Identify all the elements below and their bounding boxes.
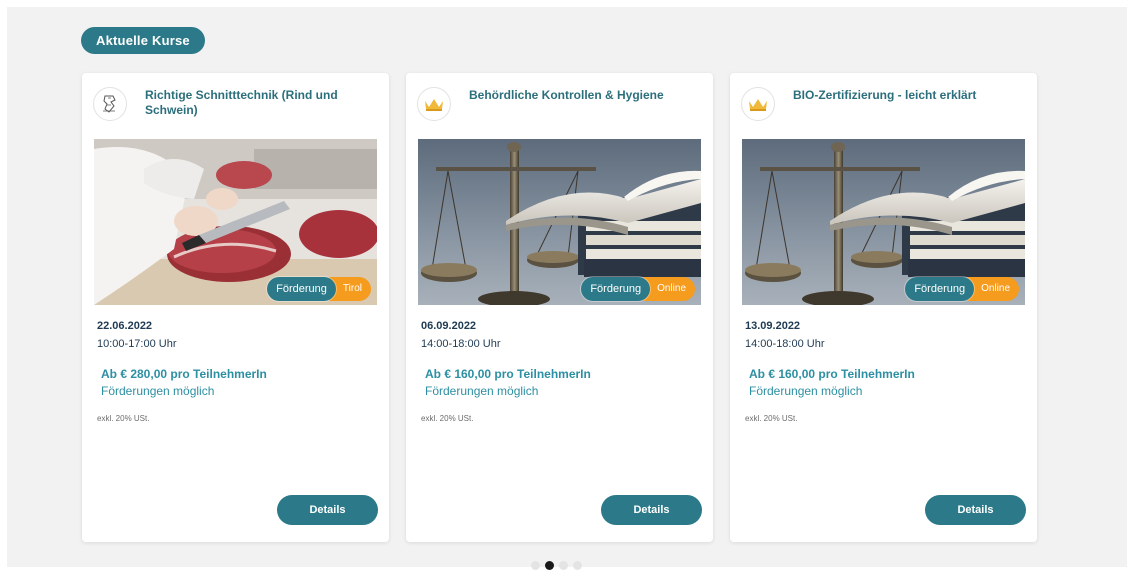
card-header: Richtige Schnitttechnik (Rind und Schwei…: [93, 85, 378, 137]
region-badge: Online: [967, 277, 1019, 301]
course-card: Behördliche Kontrollen & Hygiene Förderu…: [406, 73, 713, 542]
butcher-logo-icon: [93, 87, 127, 121]
badges: Förderung Online: [581, 277, 695, 301]
meat-cutting-photo[interactable]: Förderung Tirol: [94, 139, 377, 305]
card-header: BIO-Zertifizierung - leicht erklärt: [741, 85, 1026, 137]
badges: Förderung Online: [905, 277, 1019, 301]
course-time: 14:00-18:00 Uhr: [745, 338, 825, 350]
funding-note: Förderungen möglich: [101, 384, 215, 398]
course-date: 06.09.2022: [421, 320, 477, 332]
region-badge: Online: [643, 277, 695, 301]
funding-badge: Förderung: [267, 277, 336, 301]
course-price: Ab € 160,00 pro TeilnehmerIn: [425, 367, 591, 381]
funding-note: Förderungen möglich: [749, 384, 863, 398]
pagination-dot-active[interactable]: [545, 561, 554, 570]
card-header: Behördliche Kontrollen & Hygiene: [417, 85, 702, 137]
scales-of-justice-photo[interactable]: Förderung Online: [742, 139, 1025, 305]
tax-note: exkl. 20% USt.: [745, 414, 798, 423]
pagination-dot[interactable]: [559, 561, 568, 570]
course-title[interactable]: BIO-Zertifizierung - leicht erklärt: [793, 88, 1018, 103]
course-title[interactable]: Behördliche Kontrollen & Hygiene: [469, 88, 694, 103]
details-button[interactable]: Details: [925, 495, 1026, 525]
course-title[interactable]: Richtige Schnitttechnik (Rind und Schwei…: [145, 88, 370, 118]
course-date: 13.09.2022: [745, 320, 801, 332]
tax-note: exkl. 20% USt.: [421, 414, 474, 423]
scales-of-justice-photo[interactable]: Förderung Online: [418, 139, 701, 305]
pagination-dot[interactable]: [573, 561, 582, 570]
details-button[interactable]: Details: [277, 495, 378, 525]
badges: Förderung Tirol: [267, 277, 371, 301]
course-time: 14:00-18:00 Uhr: [421, 338, 501, 350]
crown-logo-icon: [741, 87, 775, 121]
course-card: Richtige Schnitttechnik (Rind und Schwei…: [82, 73, 389, 542]
funding-badge: Förderung: [581, 277, 651, 301]
course-price: Ab € 280,00 pro TeilnehmerIn: [101, 367, 267, 381]
course-card: BIO-Zertifizierung - leicht erklärt Förd…: [730, 73, 1037, 542]
tax-note: exkl. 20% USt.: [97, 414, 150, 423]
pagination-dot[interactable]: [531, 561, 540, 570]
course-time: 10:00-17:00 Uhr: [97, 338, 177, 350]
funding-badge: Förderung: [905, 277, 975, 301]
carousel-pagination: [531, 561, 582, 570]
crown-logo-icon: [417, 87, 451, 121]
details-button[interactable]: Details: [601, 495, 702, 525]
funding-note: Förderungen möglich: [425, 384, 539, 398]
course-date: 22.06.2022: [97, 320, 153, 332]
section-label: Aktuelle Kurse: [81, 27, 205, 54]
course-price: Ab € 160,00 pro TeilnehmerIn: [749, 367, 915, 381]
